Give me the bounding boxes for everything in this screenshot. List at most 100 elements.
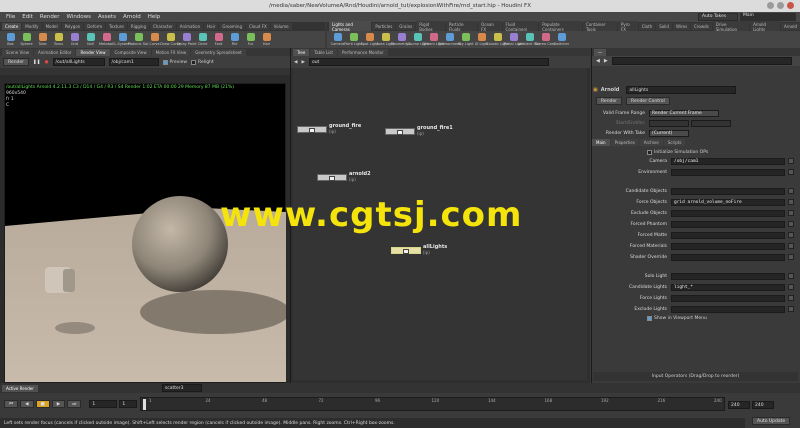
show-viewport-checkbox[interactable] xyxy=(647,316,652,321)
start-frame-field[interactable]: 1 xyxy=(119,400,138,408)
tool-platonic-sol[interactable]: Platonic Sol. xyxy=(128,33,149,46)
shelf-tab-create[interactable]: Create xyxy=(2,23,22,30)
tool-torus[interactable]: Torus xyxy=(52,33,65,46)
tool-font[interactable]: Font xyxy=(212,33,225,46)
skip-end-icon[interactable]: ⏭ xyxy=(67,400,82,408)
node-all-lights[interactable]: allLights (ip) xyxy=(391,245,447,255)
shelf-tab-arnold[interactable]: Arnold xyxy=(781,23,800,30)
current-frame-field[interactable]: 1 xyxy=(89,400,118,408)
left-tab-animation-editor[interactable]: Animation Editor xyxy=(33,48,76,56)
shelf-tab-deform[interactable]: Deform xyxy=(84,23,106,30)
node-ground-fire1[interactable]: ground_fire1 (ip) xyxy=(385,126,453,136)
shelf-tab-hair[interactable]: Hair xyxy=(204,23,219,30)
parm-field-environment[interactable] xyxy=(671,168,785,176)
parm-menu-icon[interactable] xyxy=(788,232,794,238)
parm-menu-icon[interactable] xyxy=(788,199,794,205)
parm-field-forced-materials[interactable] xyxy=(671,242,785,250)
parm-menu-icon[interactable] xyxy=(788,243,794,249)
skip-start-icon[interactable]: ⏮ xyxy=(4,400,19,408)
parm-field-candidate-objects[interactable] xyxy=(671,187,785,195)
parm-field-force-lights[interactable] xyxy=(671,294,785,302)
auto-update-select[interactable]: Auto Update xyxy=(752,417,791,425)
tool-point-light[interactable]: Point Light xyxy=(344,33,363,46)
relight-toggle[interactable]: Relight xyxy=(191,59,214,65)
menu-assets[interactable]: Assets xyxy=(98,14,116,20)
parm-menu-icon[interactable] xyxy=(788,221,794,227)
tool-sphere[interactable]: Sphere xyxy=(20,33,33,46)
timeline-bar[interactable]: 1 24 48 72 96 120 144 168 192 216 240 xyxy=(140,397,725,411)
tool-null[interactable]: Null xyxy=(84,33,97,46)
parm-menu-icon[interactable] xyxy=(788,306,794,312)
end-frame-field[interactable]: 240 xyxy=(728,401,750,409)
shelf-tab-polygon[interactable]: Polygon xyxy=(61,23,84,30)
shelf-tab-grooming[interactable]: Grooming xyxy=(219,23,245,30)
playhead[interactable] xyxy=(143,399,146,410)
net-tab-tree[interactable]: Tree xyxy=(293,48,310,56)
shelf-tab-solid[interactable]: Solid xyxy=(656,23,672,30)
menu-file[interactable]: File xyxy=(6,14,15,20)
shelf-tab-particles[interactable]: Particles xyxy=(372,23,396,30)
minimize-button[interactable] xyxy=(767,2,774,9)
menu-windows[interactable]: Windows xyxy=(66,14,91,20)
shelf-tab-grains[interactable]: Grains xyxy=(396,23,416,30)
shelf-tab-cloud-fx[interactable]: Cloud FX xyxy=(246,23,270,30)
tool-draw-curve[interactable]: Draw Curve xyxy=(160,33,181,46)
parm-menu-icon[interactable] xyxy=(788,254,794,260)
parm-menu-icon[interactable] xyxy=(788,188,794,194)
left-tab-geometry-spreadsheet[interactable]: Geometry Spreadsheet xyxy=(191,48,246,56)
parm-field-force-objects[interactable]: grid arnold_volume_noFire xyxy=(671,198,785,206)
stop-icon[interactable]: ● xyxy=(45,60,49,65)
close-button[interactable] xyxy=(787,2,794,9)
left-tab-scene-view[interactable]: Scene View xyxy=(2,48,33,56)
parm-tab-properties[interactable]: Properties xyxy=(610,139,639,146)
object-field[interactable]: scatter3 xyxy=(161,384,202,392)
shelf-tab-modify[interactable]: Modify xyxy=(22,23,42,30)
tool-environment[interactable]: Environment xyxy=(438,33,461,46)
shelf-tab-texture[interactable]: Texture xyxy=(106,23,127,30)
stop-playback-icon[interactable]: ■ xyxy=(35,400,50,408)
menu-edit[interactable]: Edit xyxy=(22,14,33,20)
back-icon[interactable]: ◀ xyxy=(294,60,297,65)
forward-icon[interactable]: ▶ xyxy=(604,58,608,64)
shelf-tab-model[interactable]: Model xyxy=(42,23,61,30)
parm-field-shader-override[interactable] xyxy=(671,253,785,261)
tool-circle[interactable]: Circle xyxy=(196,33,209,46)
shelf-tab-character[interactable]: Character xyxy=(149,23,176,30)
parm-menu-icon[interactable] xyxy=(788,158,794,164)
preview-checkbox[interactable] xyxy=(162,59,168,65)
play-icon[interactable]: ▶ xyxy=(51,400,66,408)
parm-tab-archive[interactable]: Archive xyxy=(639,139,663,146)
render-control-button[interactable]: Render Control xyxy=(626,97,670,105)
parm-menu-icon[interactable] xyxy=(788,273,794,279)
parm-field-forced-phantom[interactable] xyxy=(671,220,785,228)
valid-frame-range-select[interactable]: Render Current Frame xyxy=(649,109,719,117)
relight-checkbox[interactable] xyxy=(191,59,197,65)
menu-help[interactable]: Help xyxy=(148,14,161,20)
net-tab-table-list[interactable]: Table List xyxy=(310,48,337,56)
render-with-take-select[interactable]: (Current) xyxy=(649,129,689,137)
parm-tab-scripts[interactable]: Scripts xyxy=(663,139,686,146)
step-back-icon[interactable]: ◀ xyxy=(20,400,34,408)
parm-field-candidate-lights[interactable]: light_* xyxy=(671,283,785,291)
start-field[interactable] xyxy=(649,119,689,127)
node-ground-fire[interactable]: ground_fire (ip) xyxy=(297,124,361,134)
left-tab-render-view[interactable]: Render View xyxy=(76,48,110,56)
shelf-tab-animation[interactable]: Animation xyxy=(176,23,204,30)
net-tab-performance-monitor[interactable]: Performance Monitor xyxy=(337,48,388,56)
tool-spot-light[interactable]: Spot Light xyxy=(361,33,378,46)
parm-menu-icon[interactable] xyxy=(788,169,794,175)
input-operators-bar[interactable]: Input Operators (Drag/Drop to reorder) xyxy=(593,372,798,381)
tool-hair[interactable]: Hair xyxy=(260,33,273,46)
back-icon[interactable]: ◀ xyxy=(596,58,600,64)
camera-path-field[interactable]: /obj/cam1 xyxy=(108,58,159,66)
tool-metaball[interactable]: Metaball xyxy=(99,33,114,46)
parm-tab-main[interactable]: Main xyxy=(592,139,610,146)
shelf-tab-volume[interactable]: Volume xyxy=(270,23,292,30)
tool-box[interactable]: Box xyxy=(4,33,17,46)
rop-path-field[interactable]: /out/allLights xyxy=(52,58,105,66)
parm-field-solo-light[interactable] xyxy=(671,272,785,280)
parm-field-forced-matte[interactable] xyxy=(671,231,785,239)
shelf-tab-cloth[interactable]: Cloth xyxy=(638,23,656,30)
parm-field-camera[interactable]: /obj/cam1 xyxy=(671,157,785,165)
parm-menu-icon[interactable] xyxy=(788,210,794,216)
